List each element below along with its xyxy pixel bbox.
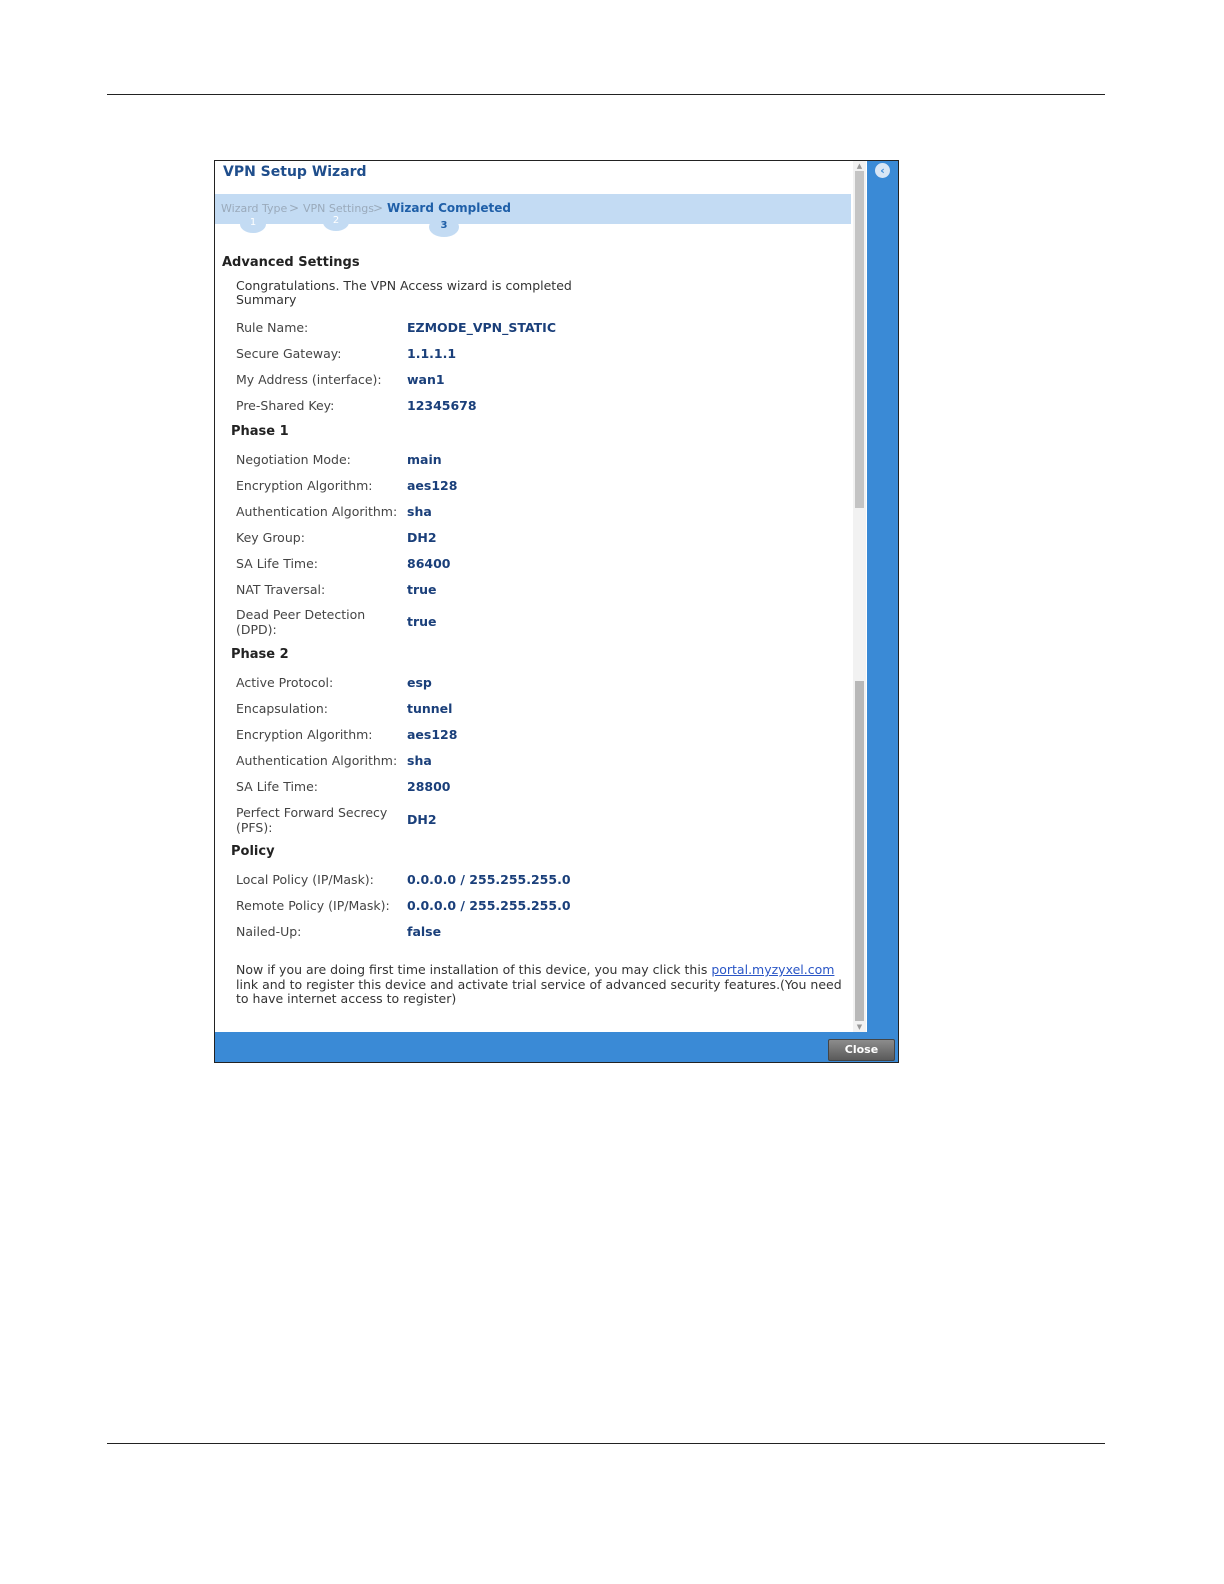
p2-encryption-algorithm-value: aes128 (407, 727, 458, 742)
active-protocol-label: Active Protocol: (236, 675, 334, 690)
pfs-label-line1: Perfect Forward Secrecy (236, 805, 388, 820)
step-separator: > (289, 201, 300, 215)
pfs-value: DH2 (407, 812, 437, 827)
chevron-left-icon[interactable]: ‹ (875, 163, 890, 178)
step-number-3: 3 (429, 217, 459, 237)
vpn-setup-wizard-dialog: VPN Setup Wizard Wizard Type > VPN Setti… (214, 160, 899, 1063)
key-group-value: DH2 (407, 530, 437, 545)
negotiation-mode-label: Negotiation Mode: (236, 452, 351, 467)
step-number-1: 1 (240, 215, 266, 233)
scroll-down-icon[interactable]: ▼ (853, 1022, 866, 1032)
phase2-title: Phase 2 (231, 647, 289, 662)
page-header-rule (107, 94, 1105, 95)
phase1-title: Phase 1 (231, 424, 289, 439)
p1-sa-life-time-value: 86400 (407, 556, 451, 571)
step-wizard-completed: Wizard Completed (387, 201, 511, 215)
my-address-label: My Address (interface): (236, 372, 382, 387)
key-group-label: Key Group: (236, 530, 305, 545)
active-protocol-value: esp (407, 675, 432, 690)
scrollbar-track-lower[interactable] (855, 681, 864, 1021)
dialog-scrollbar[interactable]: ▲ ▼ (853, 161, 866, 1032)
pre-shared-key-value: 12345678 (407, 398, 477, 413)
close-button[interactable]: Close (828, 1039, 895, 1061)
summary-text: Summary (236, 292, 297, 307)
step-number-2: 2 (323, 213, 349, 231)
p2-authentication-algorithm-value: sha (407, 753, 432, 768)
p2-encryption-algorithm-label: Encryption Algorithm: (236, 727, 373, 742)
scrollbar-thumb[interactable] (855, 171, 864, 508)
negotiation-mode-value: main (407, 452, 442, 467)
dialog-bottom-bar: Close (215, 1032, 898, 1062)
nat-traversal-label: NAT Traversal: (236, 582, 326, 597)
remote-policy-value: 0.0.0.0 / 255.255.255.0 (407, 898, 571, 913)
dpd-value: true (407, 614, 437, 629)
p2-sa-life-time-value: 28800 (407, 779, 451, 794)
nailed-up-label: Nailed-Up: (236, 924, 302, 939)
pfs-label-line2: (PFS): (236, 820, 273, 835)
step-separator: > (373, 201, 384, 215)
registration-note-text-after: link and to register this device and act… (236, 976, 842, 1006)
nat-traversal-value: true (407, 582, 437, 597)
policy-title: Policy (231, 844, 275, 859)
p1-sa-life-time-label: SA Life Time: (236, 556, 318, 571)
remote-policy-label: Remote Policy (IP/Mask): (236, 898, 390, 913)
local-policy-label: Local Policy (IP/Mask): (236, 872, 374, 887)
dpd-label-line1: Dead Peer Detection (236, 607, 366, 622)
scroll-up-icon[interactable]: ▲ (853, 161, 866, 171)
p1-authentication-algorithm-label: Authentication Algorithm: (236, 504, 398, 519)
p1-encryption-algorithm-label: Encryption Algorithm: (236, 478, 373, 493)
rule-name-value: EZMODE_VPN_STATIC (407, 320, 556, 335)
dialog-title: VPN Setup Wizard (223, 164, 367, 180)
local-policy-value: 0.0.0.0 / 255.255.255.0 (407, 872, 571, 887)
p1-encryption-algorithm-value: aes128 (407, 478, 458, 493)
encapsulation-value: tunnel (407, 701, 453, 716)
congrats-text: Congratulations. The VPN Access wizard i… (236, 278, 572, 293)
p1-authentication-algorithm-value: sha (407, 504, 432, 519)
advanced-settings-title: Advanced Settings (222, 255, 360, 270)
secure-gateway-label: Secure Gateway: (236, 346, 342, 361)
dpd-label-line2: (DPD): (236, 622, 277, 637)
registration-note-text-before: Now if you are doing first time installa… (236, 962, 712, 977)
step-wizard-type[interactable]: Wizard Type (221, 202, 287, 215)
my-address-value: wan1 (407, 372, 445, 387)
pre-shared-key-label: Pre-Shared Key: (236, 398, 335, 413)
encapsulation-label: Encapsulation: (236, 701, 329, 716)
registration-note: Now if you are doing first time installa… (236, 962, 854, 1007)
p2-authentication-algorithm-label: Authentication Algorithm: (236, 753, 398, 768)
wizard-steps-bar: Wizard Type > VPN Settings > Wizard Comp… (215, 194, 851, 224)
p2-sa-life-time-label: SA Life Time: (236, 779, 318, 794)
page-footer-rule (107, 1443, 1105, 1444)
side-panel-strip: ‹ (867, 161, 898, 1032)
nailed-up-value: false (407, 924, 442, 939)
rule-name-label: Rule Name: (236, 320, 309, 335)
portal-myzyxel-link[interactable]: portal.myzyxel.com (711, 962, 834, 977)
secure-gateway-value: 1.1.1.1 (407, 346, 457, 361)
